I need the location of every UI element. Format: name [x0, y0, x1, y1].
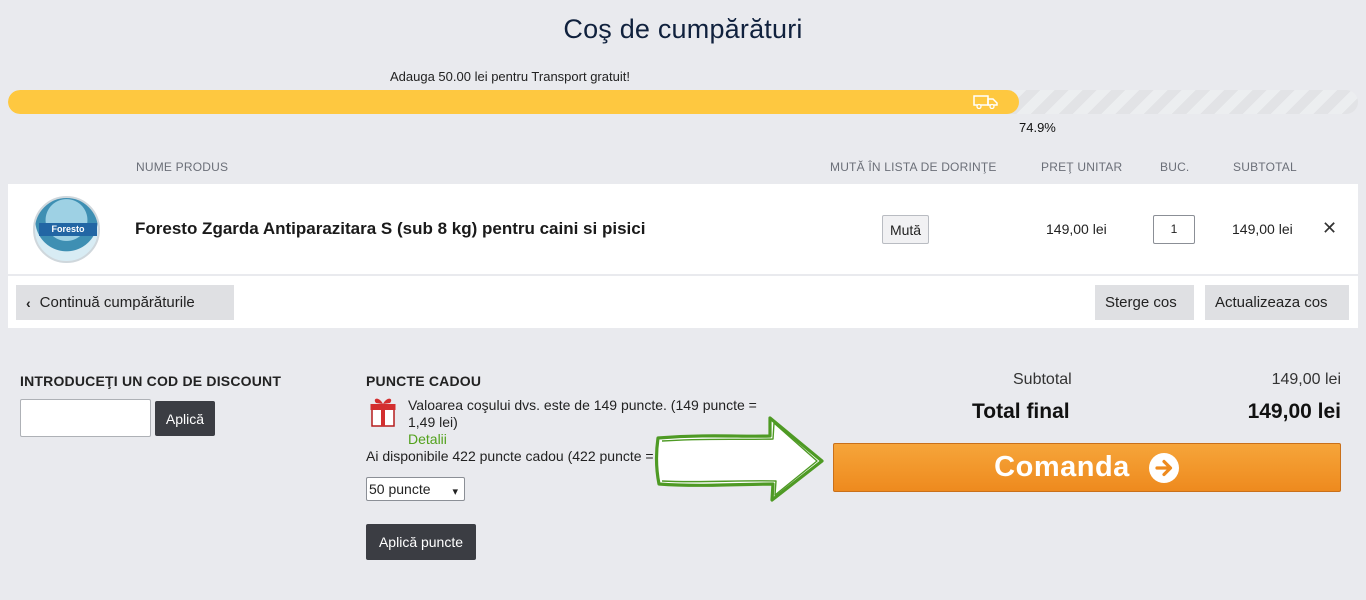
page-title: Coş de cumpărături	[563, 14, 803, 44]
continue-shopping-label: Continuă cumpărăturile	[39, 294, 195, 311]
cart-points-value-line2: 1,49 lei)	[408, 414, 458, 430]
available-points-text: Ai disponibile 422 puncte cadou (422 pun…	[366, 448, 666, 464]
header-move-wishlist: MUTĂ ÎN LISTA DE DORINŢE	[830, 160, 997, 174]
arrow-right-circle-icon	[1148, 452, 1179, 483]
close-icon[interactable]: ✕	[1322, 218, 1337, 239]
cart-item-row: Foresto Foresto Zgarda Antiparazitara S …	[8, 184, 1358, 274]
header-product-name: NUME PRODUS	[136, 160, 229, 174]
points-select-value: 50 puncte	[369, 481, 431, 497]
chevron-left-icon: ‹	[26, 294, 31, 311]
discount-heading: INTRODUCEŢI UN COD DE DISCOUNT	[20, 373, 282, 389]
update-cart-button[interactable]: Actualizeaza cos	[1205, 285, 1349, 320]
shipping-progress-bar	[8, 90, 1358, 114]
total-label: Total final	[972, 400, 1070, 423]
move-to-wishlist-button[interactable]: Mută	[882, 215, 929, 244]
quantity-input[interactable]: 1	[1153, 215, 1195, 244]
item-subtotal: 149,00 lei	[1232, 221, 1293, 237]
gift-icon	[370, 398, 396, 427]
product-name[interactable]: Foresto Zgarda Antiparazitara S (sub 8 k…	[135, 219, 645, 239]
arrow-right-icon	[655, 416, 824, 502]
total-value: 149,00 lei	[1247, 400, 1341, 423]
product-thumbnail[interactable]: Foresto	[33, 196, 100, 263]
apply-points-button[interactable]: Aplică puncte	[366, 524, 476, 560]
points-details-link[interactable]: Detalii	[408, 431, 447, 448]
discount-code-input[interactable]	[20, 399, 151, 437]
shipping-progress-fill	[8, 90, 1020, 114]
order-button-label: Comanda	[994, 451, 1130, 483]
header-quantity: BUC.	[1160, 160, 1190, 174]
header-subtotal: SUBTOTAL	[1233, 160, 1297, 174]
subtotal-label: Subtotal	[1013, 371, 1072, 388]
clear-cart-button[interactable]: Sterge cos	[1095, 285, 1194, 320]
header-unit-price: PREŢ UNITAR	[1041, 160, 1123, 174]
cart-actions-bar: ‹ Continuă cumpărăturile Sterge cos Actu…	[8, 276, 1358, 328]
points-select[interactable]: 50 puncte ▾	[366, 477, 465, 501]
order-button[interactable]: Comanda	[833, 443, 1341, 492]
unit-price: 149,00 lei	[1046, 221, 1107, 237]
subtotal-value: 149,00 lei	[1271, 371, 1341, 388]
cart-points-value-line1: Valoarea coşului dvs. este de 149 puncte…	[408, 397, 757, 413]
product-brand-badge: Foresto	[39, 223, 97, 236]
chevron-down-icon: ▾	[452, 486, 458, 498]
progress-percentage: 74.9%	[1019, 120, 1056, 135]
free-shipping-message: Adauga 50.00 lei pentru Transport gratui…	[390, 69, 630, 84]
apply-discount-button[interactable]: Aplică	[155, 401, 215, 436]
truck-icon	[973, 95, 998, 109]
continue-shopping-button[interactable]: ‹ Continuă cumpărăturile	[16, 285, 234, 320]
gift-points-heading: PUNCTE CADOU	[366, 373, 482, 389]
